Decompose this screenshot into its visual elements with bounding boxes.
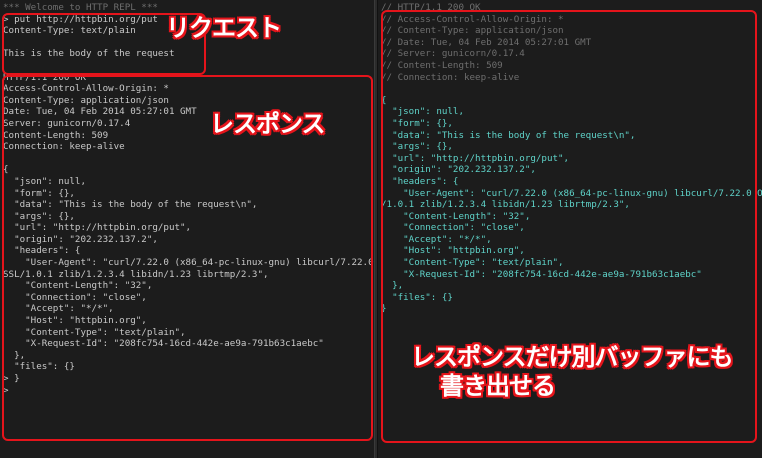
response-annotation-label: レスポンス bbox=[210, 110, 326, 138]
request-annotation-label: リクエスト bbox=[166, 14, 282, 42]
buffer-highlight-box bbox=[381, 10, 757, 443]
code-line: *** Welcome to HTTP REPL *** bbox=[3, 2, 158, 13]
buffer-annotation-label-line1: レスポンスだけ別バッファにも bbox=[411, 343, 734, 371]
buffer-annotation-label-line2: 書き出せる bbox=[440, 372, 556, 400]
